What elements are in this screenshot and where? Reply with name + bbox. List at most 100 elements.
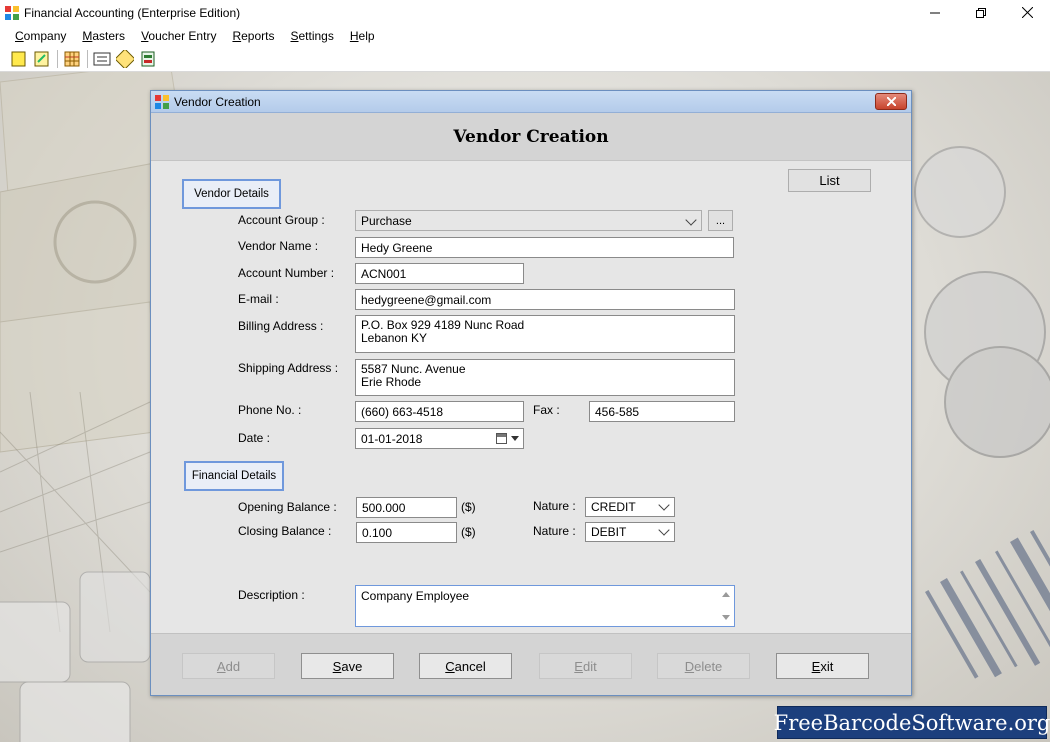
minimize-button[interactable] <box>912 0 958 25</box>
app-logo-icon <box>5 5 19 20</box>
date-label: Date : <box>238 431 271 445</box>
delete-button[interactable]: Delete <box>657 653 750 679</box>
dialog-title: Vendor Creation <box>174 94 261 109</box>
shipping-address-label: Shipping Address : <box>238 361 339 375</box>
date-value: 01-01-2018 <box>361 432 423 446</box>
vendor-details-section: Vendor Details <box>182 179 281 209</box>
account-group-label: Account Group : <box>238 213 325 227</box>
close-icon <box>886 97 896 106</box>
menu-settings[interactable]: Settings <box>283 29 342 43</box>
exit-button[interactable]: Exit <box>776 653 869 679</box>
menu-help[interactable]: Help <box>343 29 384 43</box>
cancel-button-label: ancel <box>454 658 486 674</box>
delete-button-mnemonic: D <box>684 658 695 674</box>
account-number-field[interactable]: ACN001 <box>355 263 524 284</box>
app-logo-icon <box>155 94 169 109</box>
account-group-value: Purchase <box>361 214 412 228</box>
grid-icon[interactable] <box>63 50 81 68</box>
vendor-name-label: Vendor Name : <box>238 239 319 253</box>
minimize-icon <box>930 12 940 13</box>
app-title: Financial Accounting (Enterprise Edition… <box>24 5 241 20</box>
description-scrollbar[interactable] <box>721 588 731 624</box>
chevron-down-icon <box>685 214 697 226</box>
dialog-close-button[interactable] <box>875 93 907 110</box>
closing-balance-label: Closing Balance : <box>238 524 332 538</box>
opening-nature-value: CREDIT <box>591 500 636 514</box>
closing-nature-label: Nature : <box>533 524 576 538</box>
email-label: E-mail : <box>238 292 279 306</box>
ledger-icon[interactable] <box>93 50 111 68</box>
restore-icon <box>976 7 986 18</box>
close-icon <box>1021 7 1033 18</box>
email-field[interactable]: hedygreene@gmail.com <box>355 289 735 310</box>
menu-voucher-entry[interactable]: Voucher Entry <box>134 29 225 43</box>
billing-address-label: Billing Address : <box>238 319 324 333</box>
opening-nature-select[interactable]: CREDIT <box>585 497 675 517</box>
fax-label: Fax : <box>533 403 560 417</box>
closing-nature-select[interactable]: DEBIT <box>585 522 675 542</box>
menu-reports[interactable]: Reports <box>225 29 283 43</box>
calendar-icon <box>496 433 507 444</box>
edit-button[interactable]: Edit <box>539 653 632 679</box>
exit-icon[interactable] <box>139 50 157 68</box>
scroll-down-icon <box>722 615 730 620</box>
save-button[interactable]: Save <box>301 653 394 679</box>
shipping-address-field[interactable]: 5587 Nunc. Avenue Erie Rhode <box>355 359 735 396</box>
vendor-name-field[interactable]: Hedy Greene <box>355 237 734 258</box>
dialog-action-bar: Add Save Cancel Edit Delete Exit <box>151 633 911 695</box>
account-number-label: Account Number : <box>238 266 335 280</box>
closing-currency-label: ($) <box>461 525 476 539</box>
delete-button-label: elete <box>694 658 723 674</box>
opening-currency-label: ($) <box>461 500 476 514</box>
toolbar-separator <box>87 49 88 68</box>
close-window-button[interactable] <box>1004 0 1050 25</box>
vendor-creation-dialog: Vendor Creation Vendor Creation Vendor D… <box>150 90 912 696</box>
chevron-down-icon <box>658 499 670 511</box>
open-company-icon[interactable] <box>33 50 51 68</box>
edit-icon[interactable] <box>116 49 134 68</box>
account-group-select[interactable]: Purchase <box>355 210 702 231</box>
description-label: Description : <box>238 588 305 602</box>
add-button-mnemonic: A <box>216 658 226 674</box>
dialog-heading: Vendor Creation <box>151 113 911 161</box>
watermark-banner: FreeBarcodeSoftware.org <box>774 706 1050 739</box>
opening-balance-field[interactable]: 500.000 <box>356 497 457 518</box>
date-picker[interactable]: 01-01-2018 <box>355 428 524 449</box>
closing-balance-field[interactable]: 0.100 <box>356 522 457 543</box>
opening-nature-label: Nature : <box>533 499 576 513</box>
edit-button-mnemonic: E <box>574 658 583 674</box>
description-field[interactable]: Company Employee <box>355 585 735 627</box>
restore-button[interactable] <box>958 0 1004 25</box>
toolbar-separator <box>57 49 58 68</box>
window-controls <box>912 0 1050 25</box>
phone-label: Phone No. : <box>238 403 302 417</box>
add-button[interactable]: Add <box>182 653 275 679</box>
cancel-button-mnemonic: C <box>445 658 455 674</box>
closing-nature-value: DEBIT <box>591 525 627 539</box>
app-titlebar: Financial Accounting (Enterprise Edition… <box>0 0 1050 25</box>
opening-balance-label: Opening Balance : <box>238 500 337 514</box>
fax-field[interactable]: 456-585 <box>589 401 735 422</box>
phone-field[interactable]: (660) 663-4518 <box>355 401 524 422</box>
edit-button-label: dit <box>582 658 597 674</box>
dialog-titlebar: Vendor Creation <box>151 91 911 113</box>
menubar: Company Masters Voucher Entry Reports Se… <box>0 25 1050 46</box>
scroll-up-icon <box>722 592 730 597</box>
toolbar <box>0 46 1050 72</box>
cancel-button[interactable]: Cancel <box>419 653 512 679</box>
description-value: Company Employee <box>361 589 470 603</box>
financial-details-section: Financial Details <box>184 461 284 491</box>
add-button-label: dd <box>225 658 241 674</box>
billing-address-field[interactable]: P.O. Box 929 4189 Nunc Road Lebanon KY <box>355 315 735 353</box>
exit-button-label: xit <box>820 658 834 674</box>
menu-masters[interactable]: Masters <box>75 29 134 43</box>
dialog-form: Vendor Details List Account Group : Purc… <box>151 161 911 633</box>
menu-company[interactable]: Company <box>8 29 75 43</box>
chevron-down-icon <box>658 524 670 536</box>
account-group-browse-button[interactable]: ... <box>708 210 733 231</box>
new-company-icon[interactable] <box>10 50 28 68</box>
save-button-mnemonic: S <box>332 658 342 674</box>
list-button[interactable]: List <box>788 169 871 192</box>
exit-button-mnemonic: E <box>811 658 821 674</box>
save-button-label: ave <box>341 658 363 674</box>
